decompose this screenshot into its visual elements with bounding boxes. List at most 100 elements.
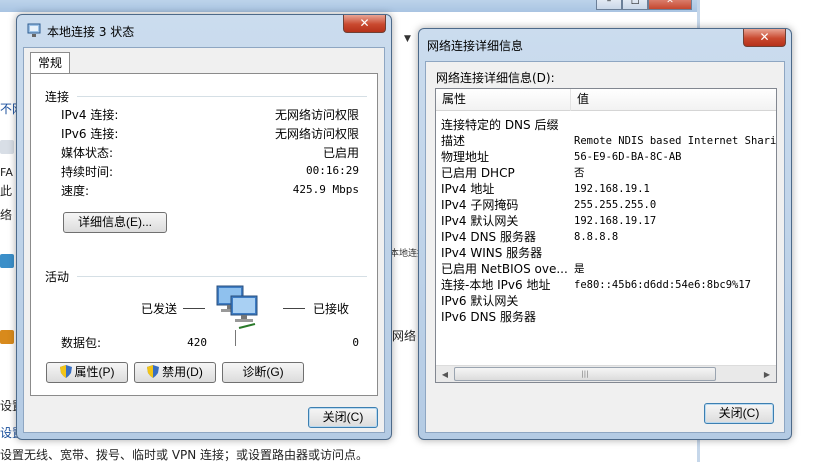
property-value: 否 — [574, 167, 585, 179]
group-divider — [77, 276, 367, 277]
ipv4-connection-label: IPv4 连接: — [61, 108, 119, 122]
column-header-property[interactable]: 属性 — [436, 89, 570, 111]
bg-maximize-button[interactable]: □ — [622, 0, 648, 10]
network-connection-icon — [27, 23, 41, 37]
property-row[interactable]: IPv4 默认网关 192.168.19.17 — [436, 213, 776, 229]
background-window-controls: – □ ✕ — [596, 0, 692, 10]
property-name: 连接特定的 DNS 后缀 — [441, 118, 559, 132]
properties-button-label: 属性(P) — [74, 365, 115, 379]
activity-computers-icon — [216, 285, 258, 329]
property-value: fe80::45b6:d6dd:54e6:8bc9%17 — [574, 279, 752, 291]
details-window: 网络连接详细信息 ✕ 网络连接详细信息(D): 属性 值 连接特定的 DNS 后… — [418, 28, 792, 440]
connection-group-label: 连接 — [45, 90, 70, 104]
uac-shield-icon — [147, 365, 160, 378]
property-row[interactable]: 连接特定的 DNS 后缀 — [436, 117, 776, 133]
property-row[interactable]: IPv4 WINS 服务器 — [436, 245, 776, 261]
property-value: Remote NDIS based Internet Sharin — [574, 135, 777, 147]
properties-button[interactable]: 属性(P) — [46, 362, 128, 383]
media-state-label: 媒体状态: — [61, 146, 114, 160]
scroll-left-arrow-icon[interactable]: ◀ — [437, 367, 453, 382]
property-row[interactable]: IPv4 DNS 服务器 8.8.8.8 — [436, 229, 776, 245]
property-value: 192.168.19.17 — [574, 215, 657, 227]
property-name: 连接-本地 IPv6 地址 — [441, 278, 551, 292]
packets-label: 数据包: — [61, 336, 102, 350]
property-name: IPv6 DNS 服务器 — [441, 310, 536, 324]
property-row[interactable]: 已启用 DHCP 否 — [436, 165, 776, 181]
property-name: 描述 — [441, 134, 466, 148]
sent-label: 已发送 — [141, 302, 178, 316]
property-name: IPv4 子网掩码 — [441, 198, 519, 212]
packets-received-value: 0 — [352, 336, 359, 349]
property-name: IPv4 WINS 服务器 — [441, 246, 543, 260]
received-label: 已接收 — [313, 302, 350, 316]
column-header-value[interactable]: 值 — [571, 89, 771, 111]
details-list[interactable]: 属性 值 连接特定的 DNS 后缀 描述 Remote NDIS based Int… — [435, 88, 777, 383]
bg-text-fragment: 络 — [0, 208, 13, 222]
details-client-area: 网络连接详细信息(D): 属性 值 连接特定的 DNS 后缀 描述 Remote N… — [425, 61, 785, 433]
duration-label: 持续时间: — [61, 165, 114, 179]
property-row[interactable]: IPv4 地址 192.168.19.1 — [436, 181, 776, 197]
property-value: 8.8.8.8 — [574, 231, 619, 243]
property-row[interactable]: 描述 Remote NDIS based Internet Sharin — [436, 133, 776, 149]
property-row[interactable]: IPv4 子网掩码 255.255.255.0 — [436, 197, 776, 213]
property-value: 56-E9-6D-BA-8C-AB — [574, 151, 682, 163]
packets-sent-value: 420 — [187, 336, 207, 349]
bg-text-fragment: 设置无线、宽带、拨号、临时或 VPN 连接；或设置路由器或访问点。 — [0, 448, 369, 462]
property-name: IPv4 地址 — [441, 182, 495, 196]
property-name: 物理地址 — [441, 150, 490, 164]
tab-general[interactable]: 常规 — [30, 52, 71, 74]
property-row[interactable]: IPv6 DNS 服务器 — [436, 309, 776, 325]
property-name: IPv6 默认网关 — [441, 294, 519, 308]
bg-text-fragment: 此 — [0, 184, 13, 198]
bg-router-icon — [0, 330, 14, 344]
property-row[interactable]: 已启用 NetBIOS ove... 是 — [436, 261, 776, 277]
received-dash — [283, 308, 305, 309]
disable-button[interactable]: 禁用(D) — [134, 362, 216, 383]
details-close-button[interactable]: 关闭(C) — [704, 403, 774, 424]
property-value: 是 — [574, 263, 585, 275]
duration-value: 00:16:29 — [306, 164, 359, 177]
property-row[interactable]: 物理地址 56-E9-6D-BA-8C-AB — [436, 149, 776, 165]
property-name: 已启用 NetBIOS ove... — [441, 262, 568, 276]
property-row[interactable]: IPv6 默认网关 — [436, 293, 776, 309]
bg-text-fragment: FA — [0, 166, 13, 179]
scrollbar-thumb[interactable]: ||| — [454, 367, 716, 381]
list-header: 属性 值 — [436, 89, 776, 111]
bg-close-button[interactable]: ✕ — [648, 0, 692, 10]
disable-button-label: 禁用(D) — [162, 365, 203, 379]
property-name: IPv4 DNS 服务器 — [441, 230, 536, 244]
ipv6-connection-label: IPv6 连接: — [61, 127, 119, 141]
details-list-label: 网络连接详细信息(D): — [436, 71, 555, 85]
speed-value: 425.9 Mbps — [292, 183, 359, 196]
property-row[interactable]: 连接-本地 IPv6 地址 fe80::45b6:d6dd:54e6:8bc9%1… — [436, 277, 776, 293]
background-window-sidebar — [0, 12, 16, 462]
details-button[interactable]: 详细信息(E)... — [63, 212, 167, 233]
bg-text-fragment: 网络 — [392, 329, 417, 343]
tab-panel-general: 连接 IPv4 连接: 无网络访问权限 IPv6 连接: 无网络访问权限 媒体状… — [30, 73, 378, 396]
property-name: 已启用 DHCP — [441, 166, 515, 180]
diagnose-button[interactable]: 诊断(G) — [222, 362, 304, 383]
speed-label: 速度: — [61, 184, 90, 198]
ipv6-connection-value: 无网络访问权限 — [274, 127, 359, 141]
ipv4-connection-value: 无网络访问权限 — [274, 108, 359, 122]
bg-chevron-icon: ▼ — [404, 34, 411, 44]
bg-network-icon — [0, 140, 14, 154]
status-window: 本地连接 3 状态 ✕ 常规 连接 IPv4 连接: 无网络访问权限 IPv6 … — [16, 14, 392, 440]
background-window-titlebar — [0, 0, 700, 12]
media-state-value: 已启用 — [322, 146, 359, 160]
window-title: 本地连接 3 状态 — [47, 25, 135, 39]
bg-minimize-button[interactable]: – — [596, 0, 622, 10]
uac-shield-icon — [59, 365, 72, 378]
horizontal-scrollbar[interactable]: ◀ ||| ▶ — [436, 365, 776, 382]
sent-dash — [183, 308, 205, 309]
property-value: 255.255.255.0 — [574, 199, 657, 211]
status-close-button[interactable]: 关闭(C) — [308, 407, 378, 428]
property-value: 192.168.19.1 — [574, 183, 650, 195]
activity-group-label: 活动 — [45, 270, 70, 284]
close-window-button[interactable]: ✕ — [743, 29, 786, 47]
property-name: IPv4 默认网关 — [441, 214, 519, 228]
packets-divider — [235, 330, 236, 346]
close-window-button[interactable]: ✕ — [343, 15, 386, 33]
scroll-right-arrow-icon[interactable]: ▶ — [759, 367, 775, 382]
group-divider — [77, 96, 367, 97]
